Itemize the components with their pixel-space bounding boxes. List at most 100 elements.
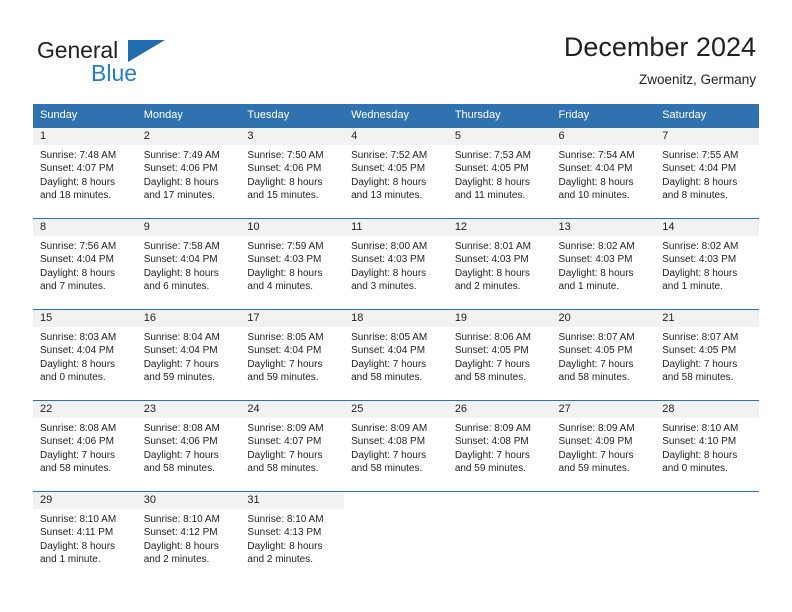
sunrise-text: Sunrise: 8:01 AM bbox=[454, 241, 531, 252]
day-details: Sunrise: 8:10 AM Sunset: 4:12 PM Dayligh… bbox=[137, 509, 241, 567]
day-cell-content: 29 Sunrise: 8:10 AM Sunset: 4:11 PM Dayl… bbox=[33, 492, 137, 582]
sunrise-text: Sunrise: 8:07 AM bbox=[558, 332, 635, 343]
day-details: Sunrise: 7:49 AM Sunset: 4:06 PM Dayligh… bbox=[137, 145, 241, 203]
day-details: Sunrise: 8:08 AM Sunset: 4:06 PM Dayligh… bbox=[33, 418, 137, 476]
sunset-text: Sunset: 4:06 PM bbox=[40, 436, 114, 448]
sunset-text: Sunset: 4:05 PM bbox=[351, 163, 426, 175]
weekday-header-monday: Monday bbox=[136, 104, 241, 128]
sunset-text: Sunset: 4:05 PM bbox=[454, 163, 529, 175]
calendar-day-cell[interactable]: 21 Sunrise: 8:07 AM Sunset: 4:05 PM Dayl… bbox=[655, 309, 759, 401]
calendar-day-cell[interactable]: 22 Sunrise: 8:08 AM Sunset: 4:06 PM Dayl… bbox=[33, 400, 137, 492]
day-cell-content-empty bbox=[552, 492, 656, 582]
calendar-day-cell[interactable]: 11 Sunrise: 8:00 AM Sunset: 4:03 PM Dayl… bbox=[344, 218, 448, 310]
calendar-day-cell[interactable]: 10 Sunrise: 7:59 AM Sunset: 4:03 PM Dayl… bbox=[240, 218, 345, 310]
calendar-day-cell[interactable]: 13 Sunrise: 8:02 AM Sunset: 4:03 PM Dayl… bbox=[551, 218, 656, 310]
daylight-line1: Daylight: 8 hours bbox=[40, 358, 116, 370]
day-number: 2 bbox=[136, 128, 241, 145]
sunset-text: Sunset: 4:04 PM bbox=[558, 163, 633, 175]
daylight-line2: and 8 minutes. bbox=[662, 190, 728, 202]
day-number: 8 bbox=[33, 219, 137, 236]
daylight-line2: and 10 minutes. bbox=[558, 190, 630, 202]
calendar-day-cell[interactable]: 6 Sunrise: 7:54 AM Sunset: 4:04 PM Dayli… bbox=[551, 127, 656, 219]
calendar-day-cell[interactable]: 1 Sunrise: 7:48 AM Sunset: 4:07 PM Dayli… bbox=[33, 127, 137, 219]
day-details: Sunrise: 8:02 AM Sunset: 4:03 PM Dayligh… bbox=[655, 236, 759, 294]
day-number bbox=[655, 492, 759, 509]
daylight-line1: Daylight: 7 hours bbox=[558, 358, 634, 370]
daylight-line1: Daylight: 7 hours bbox=[143, 449, 219, 461]
calendar-day-cell[interactable]: 12 Sunrise: 8:01 AM Sunset: 4:03 PM Dayl… bbox=[447, 218, 552, 310]
day-cell-content: 11 Sunrise: 8:00 AM Sunset: 4:03 PM Dayl… bbox=[344, 219, 448, 309]
daylight-line2: and 3 minutes. bbox=[351, 281, 417, 293]
calendar-day-cell[interactable]: 16 Sunrise: 8:04 AM Sunset: 4:04 PM Dayl… bbox=[136, 309, 241, 401]
calendar-day-cell[interactable]: 5 Sunrise: 7:53 AM Sunset: 4:05 PM Dayli… bbox=[447, 127, 552, 219]
day-number: 22 bbox=[33, 401, 137, 418]
calendar-day-cell[interactable]: 7 Sunrise: 7:55 AM Sunset: 4:04 PM Dayli… bbox=[655, 127, 759, 219]
calendar-day-cell[interactable]: 18 Sunrise: 8:05 AM Sunset: 4:04 PM Dayl… bbox=[344, 309, 448, 401]
daylight-line2: and 58 minutes. bbox=[143, 463, 215, 475]
calendar-day-cell[interactable]: 15 Sunrise: 8:03 AM Sunset: 4:04 PM Dayl… bbox=[33, 309, 137, 401]
brand-logo[interactable]: General Blue bbox=[37, 37, 237, 91]
day-details: Sunrise: 7:50 AM Sunset: 4:06 PM Dayligh… bbox=[240, 145, 344, 203]
day-number: 17 bbox=[240, 310, 345, 327]
day-details: Sunrise: 8:10 AM Sunset: 4:13 PM Dayligh… bbox=[240, 509, 344, 567]
calendar-day-cell[interactable]: 26 Sunrise: 8:09 AM Sunset: 4:08 PM Dayl… bbox=[447, 400, 552, 492]
calendar-day-cell[interactable]: 30 Sunrise: 8:10 AM Sunset: 4:12 PM Dayl… bbox=[136, 491, 241, 582]
day-cell-content: 26 Sunrise: 8:09 AM Sunset: 4:08 PM Dayl… bbox=[447, 401, 552, 491]
day-cell-content: 21 Sunrise: 8:07 AM Sunset: 4:05 PM Dayl… bbox=[655, 310, 759, 400]
day-cell-content: 15 Sunrise: 8:03 AM Sunset: 4:04 PM Dayl… bbox=[33, 310, 137, 400]
day-cell-content: 6 Sunrise: 7:54 AM Sunset: 4:04 PM Dayli… bbox=[551, 128, 656, 218]
day-details: Sunrise: 7:59 AM Sunset: 4:03 PM Dayligh… bbox=[240, 236, 344, 294]
calendar-day-cell[interactable]: 27 Sunrise: 8:09 AM Sunset: 4:09 PM Dayl… bbox=[551, 400, 656, 492]
sunset-text: Sunset: 4:05 PM bbox=[454, 345, 529, 357]
calendar-day-cell[interactable]: 29 Sunrise: 8:10 AM Sunset: 4:11 PM Dayl… bbox=[33, 491, 137, 582]
sunrise-text: Sunrise: 8:09 AM bbox=[558, 423, 635, 434]
calendar-body: 1 Sunrise: 7:48 AM Sunset: 4:07 PM Dayli… bbox=[33, 127, 759, 582]
day-cell-content: 24 Sunrise: 8:09 AM Sunset: 4:07 PM Dayl… bbox=[240, 401, 345, 491]
calendar-day-cell[interactable]: 25 Sunrise: 8:09 AM Sunset: 4:08 PM Dayl… bbox=[344, 400, 448, 492]
sunset-text: Sunset: 4:10 PM bbox=[662, 436, 737, 448]
daylight-line1: Daylight: 8 hours bbox=[40, 176, 116, 188]
sunrise-text: Sunrise: 8:00 AM bbox=[351, 241, 428, 252]
calendar-day-cell[interactable]: 2 Sunrise: 7:49 AM Sunset: 4:06 PM Dayli… bbox=[136, 127, 241, 219]
weekday-header-wednesday: Wednesday bbox=[344, 104, 448, 128]
daylight-line2: and 0 minutes. bbox=[40, 372, 106, 384]
day-number: 24 bbox=[240, 401, 345, 418]
day-details: Sunrise: 8:07 AM Sunset: 4:05 PM Dayligh… bbox=[655, 327, 759, 385]
sunrise-text: Sunrise: 7:59 AM bbox=[247, 241, 324, 252]
calendar-day-cell[interactable]: 14 Sunrise: 8:02 AM Sunset: 4:03 PM Dayl… bbox=[655, 218, 759, 310]
day-cell-content: 5 Sunrise: 7:53 AM Sunset: 4:05 PM Dayli… bbox=[447, 128, 552, 218]
calendar-day-cell[interactable]: 24 Sunrise: 8:09 AM Sunset: 4:07 PM Dayl… bbox=[240, 400, 345, 492]
day-number bbox=[448, 492, 552, 509]
sunrise-text: Sunrise: 8:05 AM bbox=[351, 332, 428, 343]
sunset-text: Sunset: 4:06 PM bbox=[143, 436, 218, 448]
calendar-day-cell[interactable]: 9 Sunrise: 7:58 AM Sunset: 4:04 PM Dayli… bbox=[136, 218, 241, 310]
calendar-day-cell[interactable]: 20 Sunrise: 8:07 AM Sunset: 4:05 PM Dayl… bbox=[551, 309, 656, 401]
calendar-day-cell[interactable]: 8 Sunrise: 7:56 AM Sunset: 4:04 PM Dayli… bbox=[33, 218, 137, 310]
day-details: Sunrise: 8:07 AM Sunset: 4:05 PM Dayligh… bbox=[552, 327, 656, 385]
calendar-day-cell[interactable]: 4 Sunrise: 7:52 AM Sunset: 4:05 PM Dayli… bbox=[344, 127, 448, 219]
sunrise-text: Sunrise: 8:05 AM bbox=[247, 332, 324, 343]
sunrise-text: Sunrise: 8:08 AM bbox=[143, 423, 220, 434]
calendar-week-row: 22 Sunrise: 8:08 AM Sunset: 4:06 PM Dayl… bbox=[33, 400, 759, 492]
sunset-text: Sunset: 4:09 PM bbox=[558, 436, 633, 448]
day-cell-content: 18 Sunrise: 8:05 AM Sunset: 4:04 PM Dayl… bbox=[344, 310, 448, 400]
calendar-day-cell[interactable]: 23 Sunrise: 8:08 AM Sunset: 4:06 PM Dayl… bbox=[136, 400, 241, 492]
sunset-text: Sunset: 4:04 PM bbox=[662, 163, 737, 175]
sunrise-text: Sunrise: 8:10 AM bbox=[247, 514, 324, 525]
daylight-line2: and 0 minutes. bbox=[662, 463, 728, 475]
day-cell-content: 9 Sunrise: 7:58 AM Sunset: 4:04 PM Dayli… bbox=[136, 219, 241, 309]
calendar-day-cell[interactable]: 28 Sunrise: 8:10 AM Sunset: 4:10 PM Dayl… bbox=[655, 400, 759, 492]
daylight-line1: Daylight: 8 hours bbox=[247, 267, 323, 279]
calendar-day-cell[interactable]: 3 Sunrise: 7:50 AM Sunset: 4:06 PM Dayli… bbox=[240, 127, 345, 219]
calendar-day-cell[interactable]: 19 Sunrise: 8:06 AM Sunset: 4:05 PM Dayl… bbox=[447, 309, 552, 401]
daylight-line2: and 1 minute. bbox=[40, 554, 101, 566]
sunrise-text: Sunrise: 8:09 AM bbox=[454, 423, 531, 434]
day-details: Sunrise: 8:09 AM Sunset: 4:09 PM Dayligh… bbox=[552, 418, 656, 476]
day-number: 11 bbox=[344, 219, 448, 236]
calendar-day-cell[interactable]: 31 Sunrise: 8:10 AM Sunset: 4:13 PM Dayl… bbox=[240, 491, 345, 582]
calendar-day-cell[interactable]: 17 Sunrise: 8:05 AM Sunset: 4:04 PM Dayl… bbox=[240, 309, 345, 401]
daylight-line2: and 4 minutes. bbox=[247, 281, 314, 293]
day-number: 29 bbox=[33, 492, 137, 509]
day-number: 6 bbox=[551, 128, 656, 145]
day-number: 26 bbox=[447, 401, 552, 418]
